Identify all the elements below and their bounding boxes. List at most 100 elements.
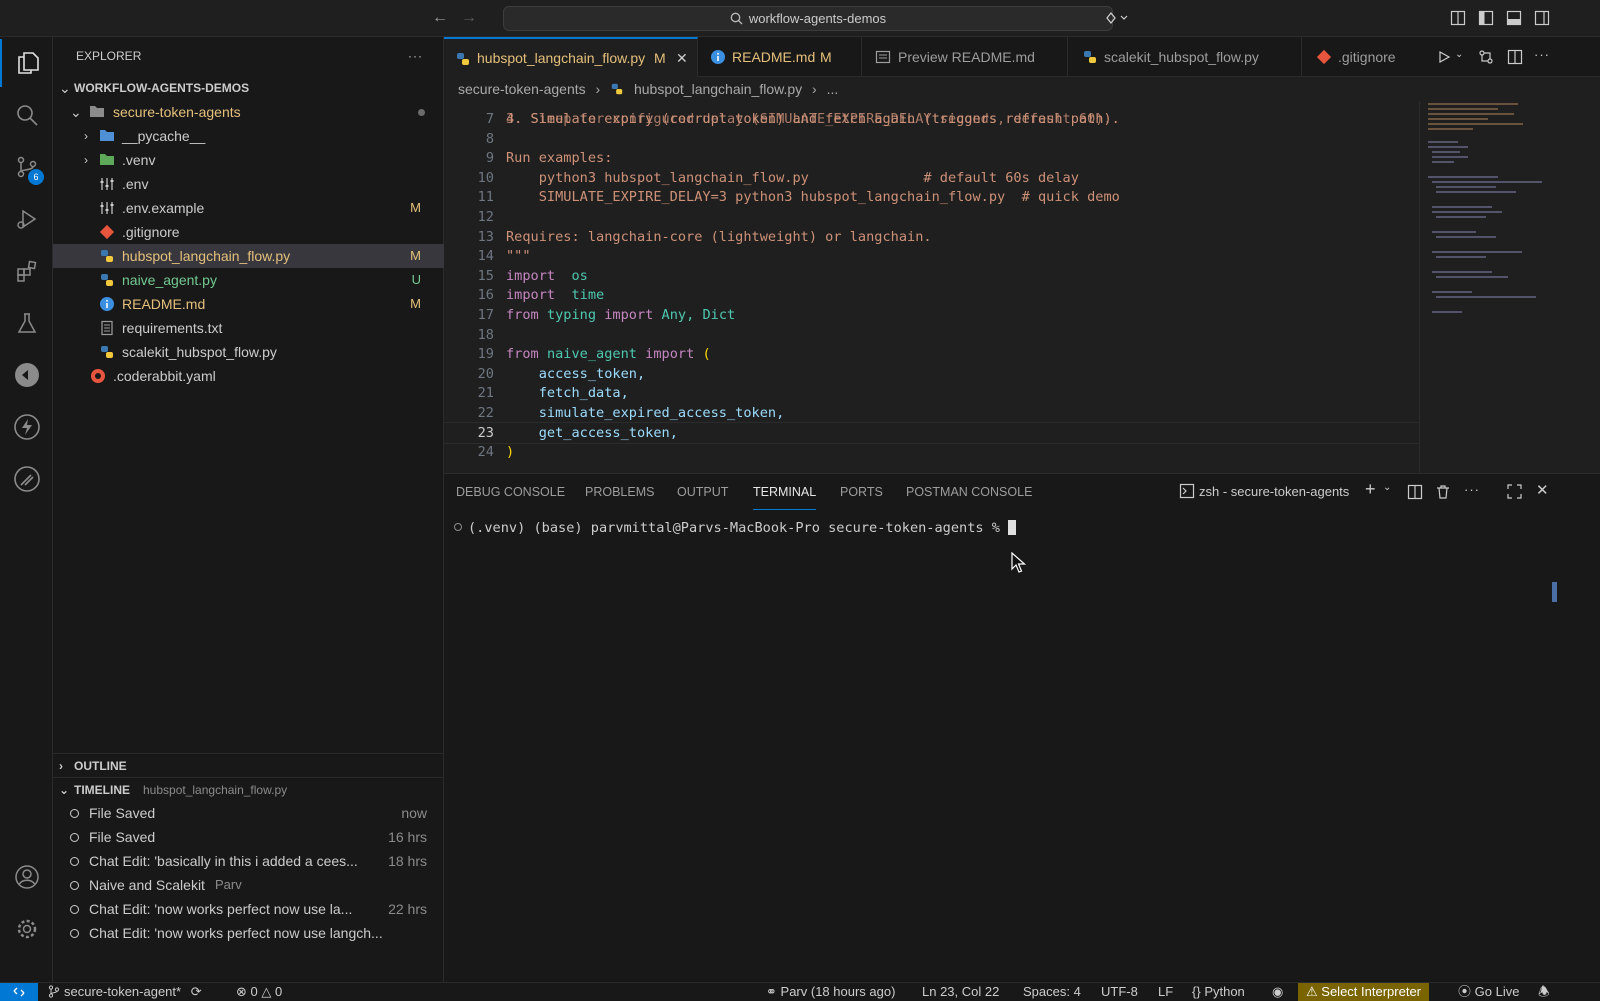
tab-readme[interactable]: README.md M [698,37,862,77]
copilot-status-icon[interactable]: ◉ [1272,983,1283,1001]
close-icon[interactable]: ✕ [676,39,688,77]
remote-explorer-activity[interactable] [0,351,53,399]
go-live-button[interactable]: ⦿ Go Live [1458,983,1519,1001]
tree-item[interactable]: .gitignore [53,220,444,244]
tab-scalekit-hubspot-flow[interactable]: scalekit_hubspot_flow.py [1068,37,1302,77]
timeline-entry[interactable]: File Saved 16 hrs [53,825,444,849]
explorer-activity[interactable] [0,39,53,87]
panel-tab-terminal[interactable]: TERMINAL [753,474,817,510]
settings-file-icon [100,202,114,214]
more-actions-icon[interactable]: ··· [1534,47,1550,62]
code-identifier: simulate_expired_access_token, [538,405,785,421]
timeline-dot-icon [70,833,79,842]
chevron-right-icon: › [84,153,88,167]
forward-arrow-icon[interactable]: → [461,9,477,27]
maximize-panel-icon[interactable] [1507,484,1522,499]
close-panel-icon[interactable]: ✕ [1536,481,1549,499]
source-control-activity[interactable]: 6 [0,143,53,191]
git-blame-status[interactable]: ⚭ Parv (18 hours ago) [766,983,895,1001]
warning-count: 0 [275,984,283,999]
postman-activity[interactable] [0,455,53,503]
breadcrumb-file[interactable]: hubspot_langchain_flow.py [634,81,802,97]
file-coderabbit-yaml[interactable]: .coderabbit.yaml [53,364,444,388]
select-interpreter-button[interactable]: ⚠ Select Interpreter [1298,983,1429,1001]
timeline-entry[interactable]: File Saved now [53,801,444,825]
cursor-position[interactable]: Ln 23, Col 22 [922,983,999,1001]
accounts-activity[interactable] [0,853,53,901]
tree-item[interactable]: naive_agent.py U [53,268,444,292]
run-debug-activity[interactable] [0,195,53,243]
panel-tab-problems[interactable]: PROBLEMS [585,474,654,510]
thunder-client-activity[interactable] [0,403,53,451]
timeline-entry[interactable]: Chat Edit: 'now works perfect now use la… [53,921,444,945]
trash-icon[interactable] [1435,484,1451,500]
copilot-icon[interactable] [1104,10,1128,26]
timeline-section[interactable]: ⌄ TIMELINE hubspot_langchain_flow.py [53,777,444,801]
line-number: 8 [485,130,494,147]
indentation-status[interactable]: Spaces: 4 [1023,983,1081,1001]
tree-item[interactable]: hubspot_langchain_flow.py M [53,244,444,268]
notifications-icon[interactable]: 🕭 [1538,983,1550,1001]
chevron-down-icon[interactable]: ⌄ [1455,49,1463,60]
customize-layout-icon[interactable] [1450,10,1466,26]
terminal-scrollbar[interactable] [1552,582,1557,602]
coderabbit-icon [91,369,105,383]
tab-modified-marker: M [820,49,832,65]
more-actions-icon[interactable]: ··· [408,37,423,75]
chevron-down-icon[interactable]: ⌄ [1383,482,1391,493]
breadcrumb-symbol[interactable]: ... [827,81,839,97]
terminal-selector[interactable]: zsh - secure-token-agents [1179,483,1349,499]
tab-gitignore[interactable]: .gitignore [1302,37,1426,77]
eol-status[interactable]: LF [1158,983,1173,1001]
panel-tab-postman-console[interactable]: POSTMAN CONSOLE [906,474,1032,510]
timeline-entry[interactable]: Chat Edit: 'now works perfect now use la… [53,897,444,921]
tab-hubspot-langchain-flow[interactable]: hubspot_langchain_flow.py M ✕ [444,37,698,77]
remote-indicator[interactable] [0,983,38,1001]
command-center-search[interactable]: workflow-agents-demos [503,6,1113,31]
editor-tabs: hubspot_langchain_flow.py M ✕ README.md … [444,37,1600,77]
timeline-entry[interactable]: Naive and Scalekit Parv [53,873,444,897]
line-number: 13 [477,228,494,245]
tree-item[interactable]: .env.example M [53,196,444,220]
panel-tab-ports[interactable]: PORTS [840,474,883,510]
more-actions-icon[interactable]: ··· [1464,482,1480,497]
back-arrow-icon[interactable]: ← [432,9,448,27]
panel-tab-output[interactable]: OUTPUT [677,474,728,510]
outline-section[interactable]: › OUTLINE [53,753,444,777]
folder-secure-token-agents[interactable]: ⌄ secure-token-agents [53,100,444,124]
testing-activity[interactable] [0,299,53,347]
tree-item[interactable]: › .venv [53,148,444,172]
toggle-primary-sidebar-icon[interactable] [1478,10,1494,26]
search-activity[interactable] [0,91,53,139]
toggle-panel-icon[interactable] [1506,10,1522,26]
tree-item[interactable]: README.md M [53,292,444,316]
new-terminal-icon[interactable]: + [1365,479,1376,500]
branch-status[interactable]: secure-token-agent* ⟳ [48,983,202,1001]
tree-item[interactable]: requirements.txt [53,316,444,340]
encoding-status[interactable]: UTF-8 [1101,983,1138,1001]
workspace-root[interactable]: ⌄ WORKFLOW-AGENTS-DEMOS [53,76,444,100]
problems-status[interactable]: ⊗ 0 △ 0 [236,983,282,1001]
language-status[interactable]: {} Python [1192,983,1245,1001]
extensions-activity[interactable] [0,247,53,295]
toggle-secondary-sidebar-icon[interactable] [1534,10,1550,26]
breadcrumb-folder[interactable]: secure-token-agents [458,81,586,97]
blame-text: Parv (18 hours ago) [780,984,896,999]
tree-item[interactable]: scalekit_hubspot_flow.py [53,340,444,364]
sync-icon[interactable]: ⟳ [191,984,202,999]
manage-activity[interactable] [0,905,53,953]
code-editor[interactable]: 3. Sleep for configured delay (SIMULATE_… [444,97,1419,473]
run-file-icon[interactable] [1437,50,1451,64]
split-terminal-icon[interactable] [1407,484,1423,500]
tab-preview-readme[interactable]: Preview README.md [862,37,1068,77]
panel-tab-debug-console[interactable]: DEBUG CONSOLE [456,474,565,510]
split-editor-icon[interactable] [1507,49,1523,65]
tree-item[interactable]: .env [53,172,444,196]
minimap[interactable] [1419,101,1553,473]
timeline-entry[interactable]: Chat Edit: 'basically in this i added a … [53,849,444,873]
chevron-down-icon: ⌄ [59,80,71,96]
terminal-prompt-line[interactable]: (.venv) (base) parvmittal@Parvs-MacBook-… [454,520,1017,536]
tree-item[interactable]: › __pycache__ [53,124,444,148]
chevron-down-icon: ⌄ [70,104,82,120]
open-changes-icon[interactable] [1478,49,1494,65]
